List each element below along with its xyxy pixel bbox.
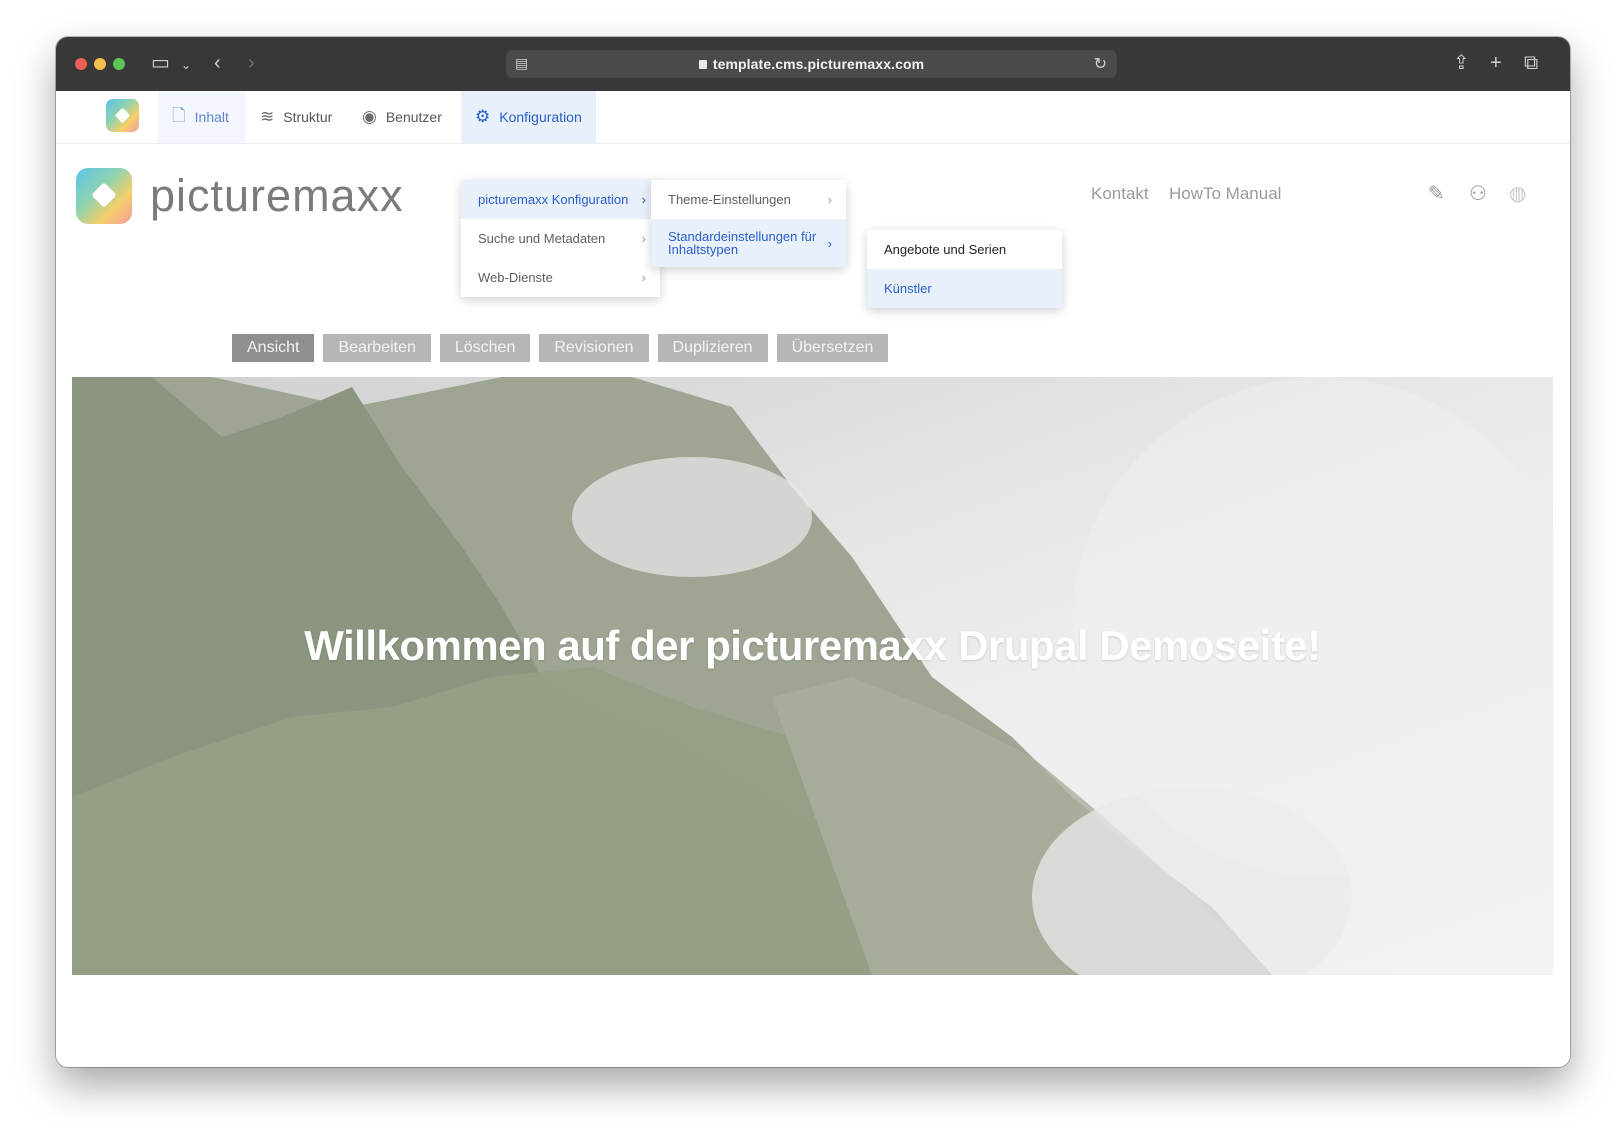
gear-icon: ⚙ <box>475 107 491 126</box>
tab-revisionen[interactable]: Revisionen <box>539 334 649 362</box>
admin-toolbar: 🗋 Inhalt ≋ Struktur ◉ Benutzer ⚙ Konfigu… <box>56 91 1570 144</box>
menu-item-picturemaxx-konfiguration[interactable]: picturemaxx Konfiguration › <box>461 180 660 219</box>
menu-item-label: Standardeinstellungen für Inhaltstypen <box>668 229 817 257</box>
menu-item-label: Künstler <box>884 281 932 296</box>
browser-toolbar: ▭ ⌄ ‹ › ▤ template.cms.picturemaxx.com ↻… <box>56 37 1570 91</box>
local-tabs: Ansicht Bearbeiten Löschen Revisionen Du… <box>232 334 889 362</box>
tab-duplizieren[interactable]: Duplizieren <box>657 334 768 362</box>
admin-item-label: Struktur <box>283 109 333 125</box>
minimize-window-button[interactable] <box>94 58 106 70</box>
sidebar-icon[interactable]: ▭ <box>151 51 170 75</box>
admin-item-struktur[interactable]: ≋ Struktur <box>246 91 346 143</box>
tab-uebersetzen[interactable]: Übersetzen <box>776 334 889 362</box>
menu-konfiguration: picturemaxx Konfiguration › Suche und Me… <box>461 180 660 297</box>
browser-window: ▭ ⌄ ‹ › ▤ template.cms.picturemaxx.com ↻… <box>56 37 1570 1067</box>
back-icon[interactable]: ‹ <box>214 51 221 75</box>
tab-loeschen[interactable]: Löschen <box>439 334 531 362</box>
document-icon: 🗋 <box>172 105 186 125</box>
admin-item-label: Konfiguration <box>499 109 582 125</box>
document-edit-icon[interactable]: ✎ <box>1428 181 1445 206</box>
hero-title: Willkommen auf der picturemaxx Drupal De… <box>304 622 1321 669</box>
lock-icon <box>698 60 707 69</box>
reload-icon[interactable]: ↻ <box>1094 54 1107 74</box>
menu-standardeinstellungen: Angebote und Serien Künstler <box>867 230 1062 308</box>
tabs-overview-icon[interactable]: ⧉ <box>1524 51 1538 75</box>
chevron-right-icon: › <box>827 235 832 251</box>
close-window-button[interactable] <box>75 58 87 70</box>
chevron-right-icon: › <box>827 192 832 207</box>
site-brand[interactable]: picturemaxx <box>76 166 404 226</box>
drupal-logo[interactable] <box>106 99 139 132</box>
menu-item-suche-und-metadaten[interactable]: Suche und Metadaten › <box>461 219 660 258</box>
mountain-image <box>72 377 1553 975</box>
nav-howto-manual[interactable]: HowTo Manual <box>1169 184 1281 204</box>
menu-item-label: picturemaxx Konfiguration <box>478 192 629 207</box>
address-bar[interactable]: ▤ template.cms.picturemaxx.com ↻ <box>506 50 1117 78</box>
menu-item-label: Theme-Einstellungen <box>668 192 791 207</box>
nav-kontakt[interactable]: Kontakt <box>1091 184 1149 204</box>
layers-icon: ≋ <box>260 107 275 126</box>
menu-item-web-dienste[interactable]: Web-Dienste › <box>461 258 660 297</box>
url-text: template.cms.picturemaxx.com <box>712 56 925 72</box>
brand-logo <box>76 168 132 224</box>
menu-item-theme-einstellungen[interactable]: Theme-Einstellungen › <box>651 180 846 219</box>
admin-item-label: Inhalt <box>194 109 229 125</box>
menu-item-label: Suche und Metadaten <box>478 231 606 246</box>
maximize-window-button[interactable] <box>113 58 125 70</box>
brand-name: picturemaxx <box>150 170 404 221</box>
tab-bearbeiten[interactable]: Bearbeiten <box>323 334 431 362</box>
chevron-right-icon: › <box>641 231 646 246</box>
admin-item-label: Benutzer <box>385 109 442 125</box>
admin-item-benutzer[interactable]: ◉ Benutzer <box>348 91 458 143</box>
menu-item-kuenstler[interactable]: Künstler <box>867 269 1062 308</box>
forward-icon[interactable]: › <box>248 51 255 75</box>
admin-item-inhalt[interactable]: 🗋 Inhalt <box>158 91 246 143</box>
admin-item-konfiguration[interactable]: ⚙ Konfiguration <box>461 91 596 143</box>
page-content: Willkommen auf der picturemaxx Drupal De… <box>56 91 1570 1067</box>
user-circle-icon: ◉ <box>362 107 377 126</box>
globe-icon[interactable]: ◍ <box>1509 181 1526 206</box>
menu-picturemaxx-konfiguration: Theme-Einstellungen › Standardeinstellun… <box>651 180 846 267</box>
chevron-right-icon: › <box>641 192 646 207</box>
share-icon[interactable]: ⇪ <box>1453 51 1470 75</box>
chevron-right-icon: › <box>641 270 646 285</box>
menu-item-label: Angebote und Serien <box>884 242 1007 257</box>
tab-ansicht[interactable]: Ansicht <box>232 334 315 362</box>
new-tab-icon[interactable]: + <box>1490 51 1502 75</box>
chevron-down-icon[interactable]: ⌄ <box>181 53 191 77</box>
menu-item-label: Web-Dienste <box>478 270 553 285</box>
menu-item-standardeinstellungen[interactable]: Standardeinstellungen für Inhaltstypen › <box>651 219 846 267</box>
menu-item-angebote-und-serien[interactable]: Angebote und Serien <box>867 230 1062 269</box>
user-icon[interactable]: ⚇ <box>1469 181 1487 206</box>
hero-banner: Willkommen auf der picturemaxx Drupal De… <box>72 377 1553 975</box>
